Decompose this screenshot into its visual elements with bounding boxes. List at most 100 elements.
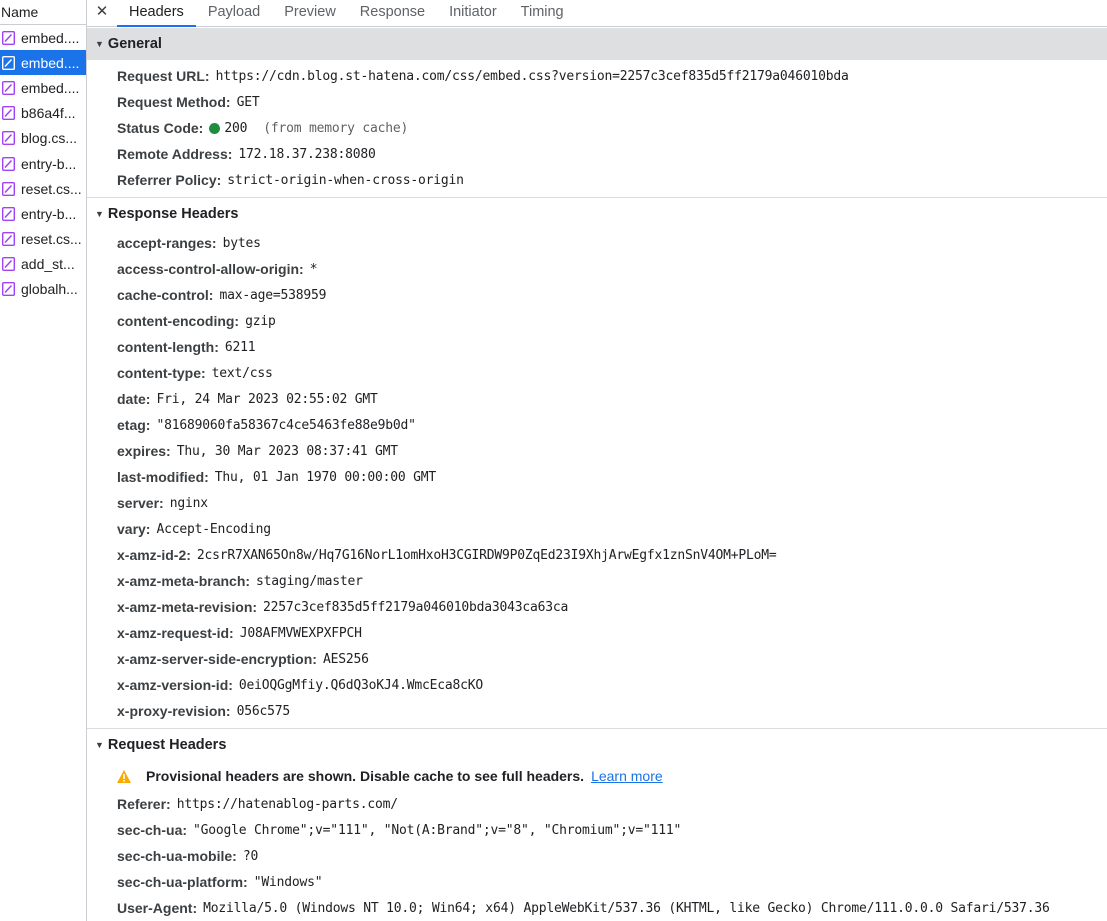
request-list-item-label: embed....: [21, 79, 80, 96]
request-method-row: Request Method: GET: [87, 89, 1107, 115]
header-value: ?0: [242, 848, 259, 864]
header-row: etag: "81689060fa58367c4ce5463fe88e9b0d": [87, 412, 1107, 438]
tab-timing[interactable]: Timing: [509, 0, 576, 26]
request-list-item-label: reset.cs...: [21, 231, 82, 248]
header-value: "81689060fa58367c4ce5463fe88e9b0d": [156, 417, 416, 433]
request-list: Name embed.... embed.... embed.... b86a4f..…: [0, 0, 87, 921]
request-url-value[interactable]: https://cdn.blog.st-hatena.com/css/embed…: [216, 69, 849, 84]
referrer-policy-row: Referrer Policy: strict-origin-when-cros…: [87, 167, 1107, 193]
response-headers-title: Response Headers: [107, 206, 239, 222]
css-file-icon: [2, 131, 15, 146]
header-row: accept-ranges: bytes: [87, 230, 1107, 256]
css-file-icon: [2, 206, 15, 221]
request-list-item[interactable]: reset.cs...: [0, 227, 86, 252]
request-list-item-label: add_st...: [21, 256, 75, 273]
request-headers-section-header[interactable]: ▼ Request Headers: [87, 729, 1107, 761]
request-list-item[interactable]: entry-b...: [0, 201, 86, 226]
request-list-item[interactable]: b86a4f...: [0, 101, 86, 126]
header-key: content-length:: [117, 339, 219, 355]
learn-more-link[interactable]: Learn more: [591, 768, 663, 784]
request-list-item[interactable]: globalh...: [0, 277, 86, 302]
request-list-item[interactable]: add_st...: [0, 252, 86, 277]
header-value: Accept-Encoding: [156, 521, 271, 537]
css-file-icon: [2, 30, 15, 45]
response-headers-list: accept-ranges: bytes access-control-allow-…: [87, 230, 1107, 728]
remote-address-value: 172.18.37.238:8080: [238, 146, 376, 162]
name-column-header[interactable]: Name: [0, 0, 86, 25]
header-value: max-age=538959: [219, 287, 327, 303]
header-value: *: [309, 261, 318, 277]
request-items: embed.... embed.... embed.... b86a4f... blog…: [0, 25, 86, 302]
request-list-item[interactable]: blog.cs...: [0, 126, 86, 151]
tab-payload[interactable]: Payload: [196, 0, 272, 26]
header-value: staging/master: [256, 573, 363, 589]
css-file-icon: [2, 232, 15, 247]
request-list-item-label: entry-b...: [21, 155, 77, 172]
request-list-item[interactable]: entry-b...: [0, 151, 86, 176]
header-row: access-control-allow-origin: *: [87, 256, 1107, 282]
collapse-triangle-icon: ▼: [95, 740, 104, 750]
header-row: vary: Accept-Encoding: [87, 516, 1107, 542]
header-key: x-amz-version-id:: [117, 677, 233, 693]
warning-icon: [117, 769, 131, 783]
request-list-item-label: globalh...: [21, 281, 78, 298]
remote-address-key: Remote Address:: [117, 146, 233, 162]
header-row: x-proxy-revision: 056c575: [87, 698, 1107, 724]
header-value: 0eiOQGgMfiy.Q6dQ3oKJ4.WmcEca8cKO: [238, 677, 483, 693]
header-key: vary:: [117, 521, 151, 537]
header-value: Mozilla/5.0 (Windows NT 10.0; Win64; x64…: [203, 900, 1050, 916]
header-key: accept-ranges:: [117, 235, 217, 251]
header-key: sec-ch-ua-platform:: [117, 874, 248, 890]
request-url-key: Request URL:: [117, 68, 210, 84]
header-row: last-modified: Thu, 01 Jan 1970 00:00:00 …: [87, 464, 1107, 490]
header-value: 6211: [224, 339, 256, 355]
header-row: sec-ch-ua-platform: "Windows": [87, 869, 1107, 895]
header-value: J08AFMVWEXPXFPCH: [239, 625, 362, 641]
tab-headers[interactable]: Headers: [117, 0, 196, 27]
css-file-icon: [2, 106, 15, 121]
request-method-key: Request Method:: [117, 94, 231, 110]
header-row: content-encoding: gzip: [87, 308, 1107, 334]
general-section-header[interactable]: ▼ General: [87, 28, 1107, 60]
tab-preview[interactable]: Preview: [272, 0, 348, 26]
header-row: x-amz-request-id: J08AFMVWEXPXFPCH: [87, 620, 1107, 646]
request-headers-list: Referer: https://hatenablog-parts.com/sec…: [87, 791, 1107, 921]
header-value: https://hatenablog-parts.com/: [176, 796, 398, 812]
css-file-icon: [2, 156, 15, 171]
collapse-triangle-icon: ▼: [95, 209, 104, 219]
request-list-item[interactable]: embed....: [0, 50, 86, 76]
request-list-item-label: b86a4f...: [21, 105, 76, 122]
tab-initiator[interactable]: Initiator: [437, 0, 509, 26]
header-key: expires:: [117, 443, 171, 459]
response-headers-section-header[interactable]: ▼ Response Headers: [87, 198, 1107, 230]
request-list-item[interactable]: reset.cs...: [0, 176, 86, 201]
close-details-button[interactable]: ✕: [87, 0, 117, 26]
general-section-title: General: [107, 36, 162, 52]
provisional-headers-warning: Provisional headers are shown. Disable c…: [87, 761, 1107, 791]
header-key: last-modified:: [117, 469, 209, 485]
header-key: x-amz-id-2:: [117, 547, 191, 563]
header-row: content-length: 6211: [87, 334, 1107, 360]
tab-list: Headers Payload Preview Response Initiator Ti…: [117, 0, 576, 27]
header-row: x-amz-server-side-encryption: AES256: [87, 646, 1107, 672]
header-key: sec-ch-ua-mobile:: [117, 848, 237, 864]
header-row: content-type: text/css: [87, 360, 1107, 386]
header-value: text/css: [211, 365, 273, 381]
header-row: sec-ch-ua-mobile: ?0: [87, 843, 1107, 869]
header-key: User-Agent:: [117, 900, 198, 916]
header-value: Thu, 30 Mar 2023 08:37:41 GMT: [176, 443, 398, 459]
header-value: 056c575: [236, 703, 291, 719]
status-code-row: Status Code: 200 (from memory cache): [87, 115, 1107, 141]
header-value: AES256: [322, 651, 369, 667]
css-file-icon: [2, 55, 15, 70]
request-url-row: Request URL: https://cdn.blog.st-hatena.…: [87, 63, 1107, 89]
remote-address-row: Remote Address: 172.18.37.238:8080: [87, 141, 1107, 167]
response-headers-section: ▼ Response Headers accept-ranges: bytes ac…: [87, 198, 1107, 729]
tab-response[interactable]: Response: [348, 0, 437, 26]
header-key: x-amz-meta-branch:: [117, 573, 251, 589]
request-list-item[interactable]: embed....: [0, 75, 86, 100]
request-list-item[interactable]: embed....: [0, 25, 86, 50]
status-note: (from memory cache): [263, 120, 409, 136]
header-key: sec-ch-ua:: [117, 822, 188, 838]
css-file-icon: [2, 181, 15, 196]
